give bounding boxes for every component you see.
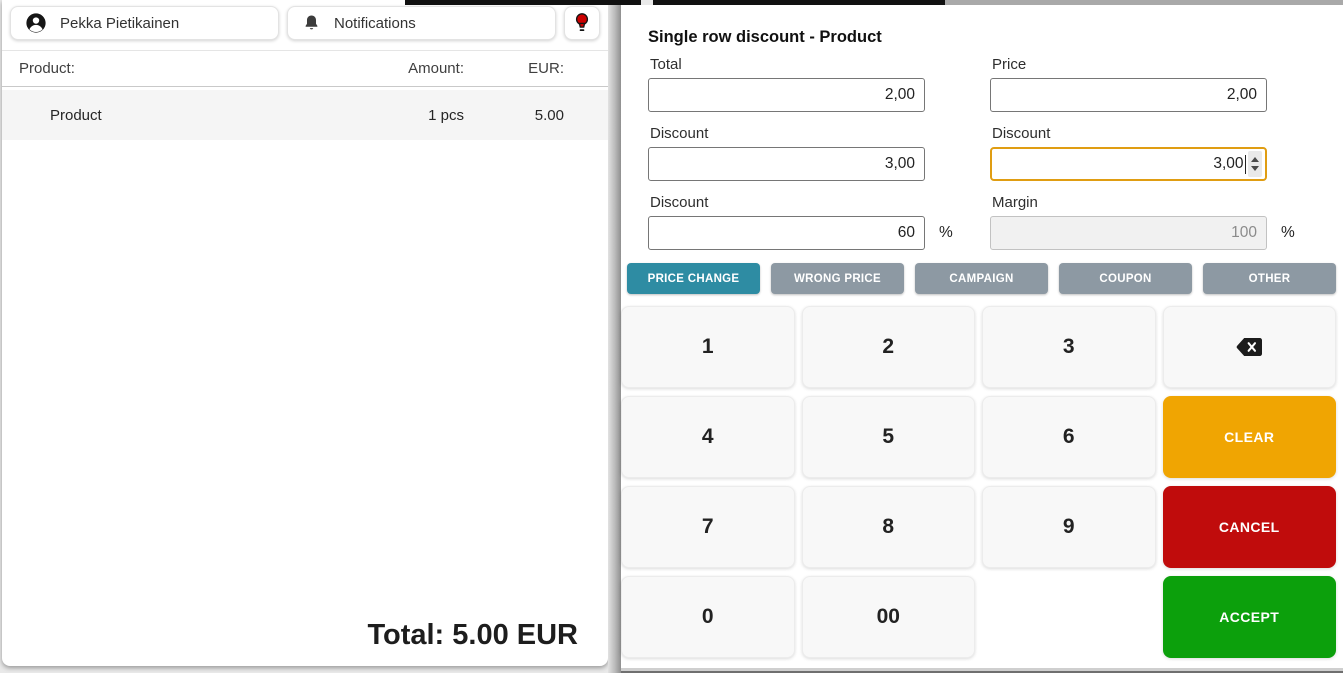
field-row-1: Total 2,00 Price 2,00 — [648, 56, 1343, 112]
receipt-table-header: Product: Amount: EUR: — [2, 50, 608, 87]
numpad-key-1[interactable]: 1 — [621, 306, 795, 388]
field-row-3: Discount 60 % Margin 100 % — [648, 194, 1343, 250]
discount-percent-value: 60 — [898, 224, 915, 242]
table-row[interactable]: Product 1 pcs 5.00 — [2, 90, 608, 140]
discount-amount2-input[interactable]: 3,00 — [990, 147, 1267, 181]
pos-app: Pekka Pietikainen Notifications Product:… — [0, 0, 1343, 673]
spinner-up-icon[interactable] — [1251, 157, 1259, 162]
user-name: Pekka Pietikainen — [60, 15, 179, 32]
clear-button[interactable]: CLEAR — [1163, 396, 1337, 478]
numpad-key-8[interactable]: 8 — [802, 486, 976, 568]
price-field-label: Price — [992, 56, 1332, 73]
receipt-total: Total: 5.00 EUR — [2, 619, 608, 666]
numpad-key-3[interactable]: 3 — [982, 306, 1156, 388]
receipt-empty-area — [2, 140, 608, 619]
coupon-button[interactable]: COUPON — [1059, 263, 1192, 294]
total-field-label: Total — [650, 56, 990, 73]
bell-icon — [302, 13, 321, 33]
discount-amount-label: Discount — [650, 125, 990, 142]
campaign-button[interactable]: CAMPAIGN — [915, 263, 1048, 294]
numpad-key-5[interactable]: 5 — [802, 396, 976, 478]
backspace-icon — [1236, 337, 1263, 357]
field-row-2: Discount 3,00 Discount 3,00 — [648, 125, 1343, 181]
lightbulb-icon — [573, 11, 591, 35]
panel-divider — [608, 0, 621, 673]
numpad-key-9[interactable]: 9 — [982, 486, 1156, 568]
numpad-key-2[interactable]: 2 — [802, 306, 976, 388]
total-value: 2,00 — [885, 86, 915, 104]
user-icon — [25, 12, 47, 34]
numpad-key-00[interactable]: 00 — [802, 576, 976, 658]
percent-suffix: % — [939, 224, 953, 242]
numpad-key-0[interactable]: 0 — [621, 576, 795, 658]
discount-amount-input[interactable]: 3,00 — [648, 147, 925, 181]
user-button[interactable]: Pekka Pietikainen — [10, 6, 279, 40]
margin-label: Margin — [992, 194, 1332, 211]
receipt-panel: Pekka Pietikainen Notifications Product:… — [2, 0, 608, 666]
hint-button[interactable] — [564, 6, 600, 40]
row-amount: 1 pcs — [344, 107, 464, 124]
dialog-title: Single row discount - Product — [648, 28, 1343, 47]
spinner-down-icon[interactable] — [1251, 166, 1259, 171]
percent-suffix: % — [1281, 224, 1295, 242]
discount-mode-buttons: PRICE CHANGE WRONG PRICE CAMPAIGN COUPON… — [627, 263, 1336, 294]
discount-amount2-label: Discount — [992, 125, 1332, 142]
column-header-product: Product: — [19, 60, 344, 77]
text-caret — [1245, 155, 1247, 174]
discount-amount-value: 3,00 — [885, 155, 915, 173]
wrong-price-button[interactable]: WRONG PRICE — [771, 263, 904, 294]
numpad: 1 2 3 4 5 6 CLEAR 7 8 9 CANCEL 0 00 ACCE… — [621, 306, 1336, 658]
window-top-edge — [945, 0, 1343, 5]
price-change-button[interactable]: PRICE CHANGE — [627, 263, 760, 294]
numpad-key-6[interactable]: 6 — [982, 396, 1156, 478]
numpad-key-4[interactable]: 4 — [621, 396, 795, 478]
discount-panel: Single row discount - Product Total 2,00… — [621, 5, 1343, 668]
numpad-key-7[interactable]: 7 — [621, 486, 795, 568]
notifications-label: Notifications — [334, 15, 416, 32]
window-top-edge — [653, 0, 945, 5]
number-spinner[interactable] — [1248, 151, 1262, 177]
column-header-eur: EUR: — [464, 60, 564, 77]
row-product-name: Product — [19, 107, 344, 124]
other-button[interactable]: OTHER — [1203, 263, 1336, 294]
row-price: 5.00 — [464, 107, 564, 124]
notifications-button[interactable]: Notifications — [287, 6, 556, 40]
total-input[interactable]: 2,00 — [648, 78, 925, 112]
margin-input: 100 — [990, 216, 1267, 250]
discount-percent-input[interactable]: 60 — [648, 216, 925, 250]
window-bottom-edge — [621, 668, 1343, 673]
margin-value: 100 — [1231, 224, 1257, 242]
numpad-empty-cell — [982, 576, 1156, 658]
cancel-button[interactable]: CANCEL — [1163, 486, 1337, 568]
price-value: 2,00 — [1227, 86, 1257, 104]
top-chips-row: Pekka Pietikainen Notifications — [2, 0, 608, 46]
discount-amount2-value: 3,00 — [1213, 155, 1243, 173]
accept-button[interactable]: ACCEPT — [1163, 576, 1337, 658]
backspace-key[interactable] — [1163, 306, 1337, 388]
price-input[interactable]: 2,00 — [990, 78, 1267, 112]
window-top-edge — [405, 0, 641, 5]
column-header-amount: Amount: — [344, 60, 464, 77]
discount-percent-label: Discount — [650, 194, 990, 211]
